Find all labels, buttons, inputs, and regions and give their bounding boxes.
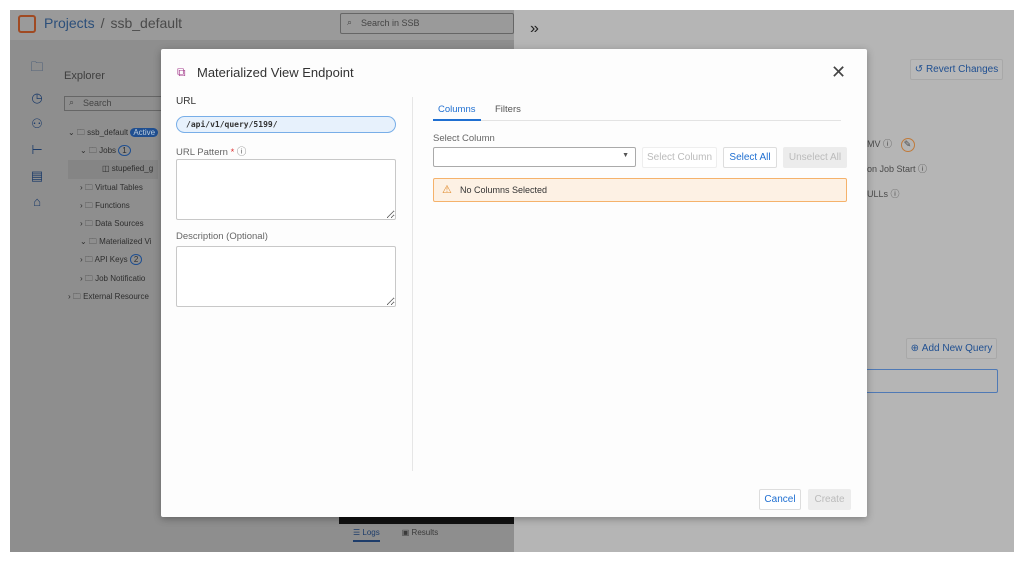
column-select[interactable]: ▼ (433, 147, 636, 167)
url-field[interactable]: /api/v1/query/5199/ (176, 116, 396, 133)
explorer-search[interactable]: ⌕ Search (64, 96, 164, 111)
unselect-all-button[interactable]: Unselect All (783, 147, 847, 168)
materialized-view-endpoint-dialog: ⧉ Materialized View Endpoint ✕ URL /api/… (161, 49, 867, 517)
breadcrumb-sep: / (100, 15, 105, 31)
column-divider (412, 97, 413, 471)
count-badge: 2 (129, 254, 143, 266)
no-columns-warning: ⚠ No Columns Selected (433, 178, 847, 202)
tree-icon[interactable]: ⊢ (31, 142, 42, 158)
search-icon: ⌕ (69, 97, 75, 107)
history-icon[interactable]: ◷ (31, 90, 42, 106)
materialized-view-icon: ⧉ (177, 65, 186, 79)
select-column-label: Select Column (433, 133, 495, 144)
cancel-button[interactable]: Cancel (759, 489, 801, 510)
tree-item[interactable]: ◫ stupefied_g (68, 160, 158, 179)
count-badge: 1 (118, 145, 131, 157)
breadcrumb-current: ssb_default (110, 15, 183, 31)
url-pattern-input[interactable] (176, 159, 396, 220)
deploy-icon[interactable]: ⌂ (33, 194, 41, 209)
caret-down-icon: ▼ (622, 152, 629, 159)
query-input[interactable] (860, 369, 998, 393)
url-label: URL (176, 96, 197, 107)
search-placeholder: Search (83, 98, 112, 108)
explorer-tree: ⌄ 🗀 ssb_default Active ⌄ 🗀 Jobs 1 ◫ stup… (68, 124, 159, 306)
bottom-tabs: ☰ Logs ▣ Results (339, 524, 514, 542)
tree-item[interactable]: › 🗀 Functions (68, 197, 158, 215)
tab-filters[interactable]: Filters (495, 104, 521, 115)
url-pattern-label: URL Pattern * ⓘ (176, 147, 247, 158)
select-column-button[interactable]: Select Column (642, 147, 717, 168)
explorer-title: Explorer (64, 70, 105, 82)
search-icon: ⌕ (347, 17, 353, 27)
icon-rail: 🗀 ◷ ⚇ ⊢ ▤ ⌂ (26, 58, 48, 209)
info-icon: ⓘ (236, 147, 247, 158)
tab-logs[interactable]: ☰ Logs (353, 528, 380, 542)
mv-label: MV ⓘ ✎ (867, 137, 915, 152)
revert-changes-button[interactable]: ↺ Revert Changes (910, 59, 1003, 80)
tab-columns[interactable]: Columns (433, 104, 481, 121)
warning-icon: ⚠ (442, 184, 452, 196)
close-icon[interactable]: ✕ (831, 62, 846, 83)
explorer-icon[interactable]: 🗀 (30, 58, 43, 80)
brand-logo (18, 15, 36, 33)
tree-item[interactable]: › 🗀 Virtual Tables (68, 179, 158, 197)
tree-item[interactable]: › 🗀 API Keys 2 (68, 251, 158, 269)
nulls-label: ULLs ⓘ (867, 189, 900, 199)
tree-item[interactable]: ⌄ 🗀 Materialized Vi (68, 233, 158, 251)
breadcrumb-projects[interactable]: Projects (44, 15, 95, 31)
collapse-panel-button[interactable]: » (530, 20, 539, 38)
global-search[interactable]: ⌕ Search in SSB (340, 13, 514, 34)
tree-item[interactable]: ⌄ 🗀 Jobs 1 (68, 142, 158, 160)
tabs: Columns Filters (433, 104, 841, 121)
edit-icon[interactable]: ✎ (900, 138, 915, 152)
console-strip (339, 517, 514, 524)
select-all-button[interactable]: Select All (723, 147, 777, 168)
add-new-query-button[interactable]: ⊕ Add New Query (906, 338, 997, 359)
tree-item[interactable]: › 🗀 Job Notificatio (68, 270, 158, 288)
tab-results[interactable]: ▣ Results (402, 528, 438, 542)
search-placeholder: Search in SSB (361, 18, 420, 28)
description-input[interactable] (176, 246, 396, 307)
description-label: Description (Optional) (176, 231, 268, 242)
job-start-label: on Job Start ⓘ (867, 164, 928, 174)
tree-item[interactable]: › 🗀 Data Sources (68, 215, 158, 233)
tree-item[interactable]: › 🗀 External Resource (68, 288, 158, 306)
tree-item[interactable]: ⌄ 🗀 ssb_default Active (68, 124, 159, 142)
table-icon[interactable]: ▤ (31, 168, 43, 184)
breadcrumb: Projects / ssb_default (44, 15, 182, 31)
dialog-title: Materialized View Endpoint (197, 65, 354, 80)
create-button[interactable]: Create (808, 489, 851, 510)
users-icon[interactable]: ⚇ (31, 116, 43, 132)
status-badge: Active (130, 128, 159, 137)
